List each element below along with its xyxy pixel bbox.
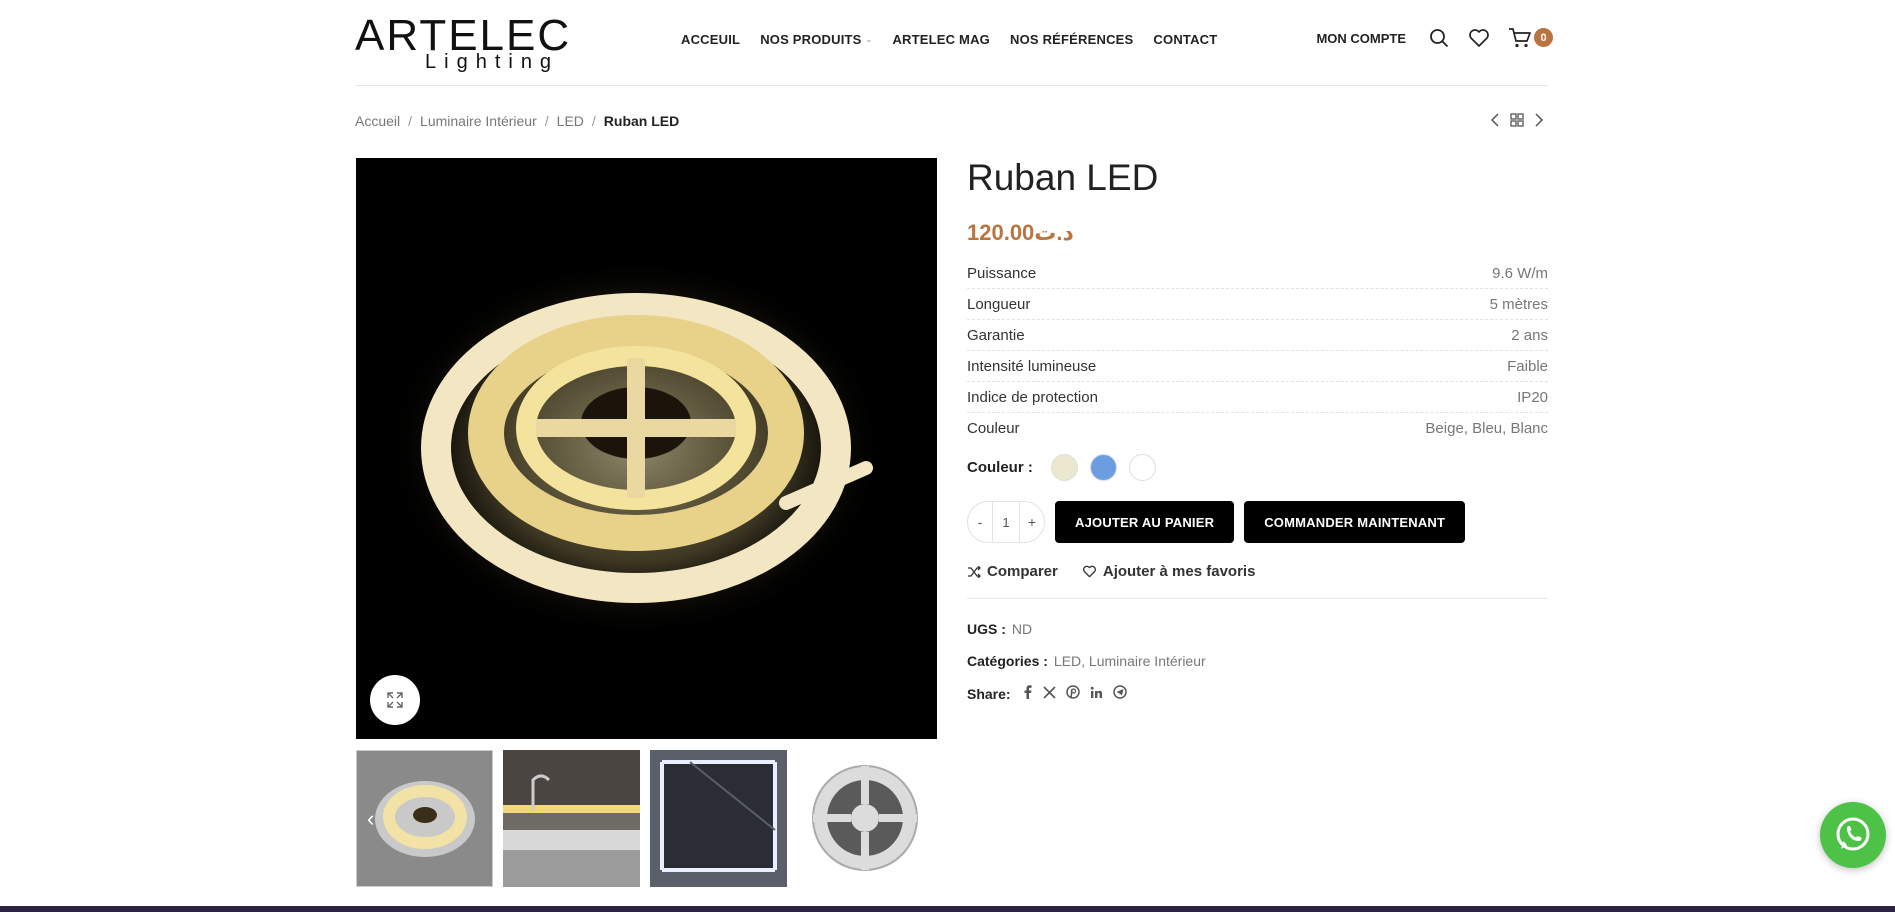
nav-item-label: NOS PRODUITS — [760, 32, 862, 47]
swatch-blanc[interactable] — [1128, 454, 1156, 481]
attribute-key: Longueur — [967, 295, 1031, 313]
order-now-button[interactable]: COMMANDER MAINTENANT — [1244, 501, 1466, 543]
thumbnail[interactable]: ‹ — [356, 750, 493, 887]
cart-icon — [1509, 28, 1531, 48]
qty-plus-button[interactable]: + — [1020, 514, 1044, 530]
quantity-stepper: - + — [967, 501, 1045, 543]
color-swatches: Couleur : — [967, 454, 1548, 481]
expand-icon — [387, 692, 403, 708]
attribute-value: IP20 — [1517, 388, 1548, 406]
attribute-row: Couleur Beige, Bleu, Blanc — [967, 413, 1548, 444]
breadcrumb: Accueil / Luminaire Intérieur / LED / Ru… — [355, 113, 679, 129]
quantity-input[interactable] — [992, 502, 1020, 542]
x-icon[interactable] — [1043, 685, 1056, 702]
product-price: 120.00د.ت — [967, 220, 1074, 245]
share-label: Share: — [967, 685, 1011, 702]
product-navigation — [1490, 113, 1544, 132]
product-thumbnails: ‹ — [356, 750, 934, 887]
account-link[interactable]: MON COMPTE — [1316, 31, 1406, 46]
footer-bar — [0, 906, 1895, 912]
wishlist-button[interactable]: Ajouter à mes favoris — [1082, 563, 1256, 580]
swatch-beige[interactable] — [1050, 454, 1078, 481]
main-nav: ACCEUIL NOS PRODUITS ⌄ ARTELEC MAG NOS R… — [681, 32, 1237, 47]
cart-count-badge: 0 — [1534, 28, 1553, 47]
whatsapp-button[interactable] — [1820, 802, 1886, 868]
thumbnail[interactable] — [503, 750, 640, 887]
chevron-down-icon: ⌄ — [865, 35, 873, 44]
add-to-cart-row: - + AJOUTER AU PANIER COMMANDER MAINTENA… — [967, 501, 1548, 543]
attribute-value: 9.6 W/m — [1492, 264, 1548, 282]
thumbnail[interactable] — [797, 750, 934, 887]
attribute-row: Puissance 9.6 W/m — [967, 258, 1548, 289]
chevron-left-icon[interactable]: ‹ — [367, 806, 374, 832]
categories-value[interactable]: LED, Luminaire Intérieur — [1054, 653, 1206, 669]
nav-item-acceuil[interactable]: ACCEUIL — [681, 32, 740, 47]
breadcrumb-separator: / — [408, 113, 413, 129]
add-to-cart-button[interactable]: AJOUTER AU PANIER — [1055, 501, 1235, 543]
heart-icon — [1082, 565, 1096, 578]
compare-label: Comparer — [987, 563, 1058, 580]
breadcrumb-item[interactable]: Luminaire Intérieur — [420, 113, 537, 129]
nav-item-nos-references[interactable]: NOS RÉFÉRENCES — [1010, 32, 1133, 47]
product-actions: Comparer Ajouter à mes favoris — [967, 563, 1548, 599]
logo[interactable]: ARTELEC Lighting — [355, 14, 569, 73]
attribute-row: Garantie 2 ans — [967, 320, 1548, 351]
grid-icon[interactable] — [1510, 113, 1524, 132]
attribute-row: Longueur 5 mètres — [967, 289, 1548, 320]
attribute-row: Intensité lumineuse Faible — [967, 351, 1548, 382]
heart-icon[interactable] — [1468, 27, 1490, 49]
thumbnail[interactable] — [650, 750, 787, 887]
cart-button[interactable]: 0 — [1508, 26, 1553, 50]
breadcrumb-item[interactable]: LED — [557, 113, 584, 129]
zoom-button[interactable] — [370, 675, 420, 725]
nav-item-artelec-mag[interactable]: ARTELEC MAG — [892, 32, 990, 47]
categories-label: Catégories : — [967, 653, 1048, 669]
attribute-row: Indice de protection IP20 — [967, 382, 1548, 413]
attribute-value: 2 ans — [1511, 326, 1548, 344]
site-header: ARTELEC Lighting ACCEUIL NOS PRODUITS ⌄ … — [355, 0, 1553, 86]
whatsapp-icon — [1836, 817, 1870, 851]
attribute-key: Puissance — [967, 264, 1037, 282]
swatch-bleu[interactable] — [1089, 454, 1117, 481]
attribute-value: Faible — [1507, 357, 1548, 375]
logo-sub: Lighting — [425, 51, 560, 73]
qty-minus-button[interactable]: - — [968, 514, 992, 530]
breadcrumb-separator: / — [544, 113, 549, 129]
product-main-image[interactable] — [356, 158, 937, 739]
pinterest-icon[interactable] — [1065, 685, 1080, 702]
nav-item-contact[interactable]: CONTACT — [1153, 32, 1217, 47]
breadcrumb-separator: / — [591, 113, 596, 129]
attribute-key: Indice de protection — [967, 388, 1098, 406]
linkedin-icon[interactable] — [1090, 686, 1103, 702]
search-icon[interactable] — [1428, 27, 1450, 49]
product-summary: Ruban LED 120.00د.ت Puissance 9.6 W/m Lon… — [967, 158, 1548, 718]
wishlist-label: Ajouter à mes favoris — [1102, 563, 1256, 580]
header-actions: MON COMPTE 0 — [1316, 26, 1553, 50]
attributes-table: Puissance 9.6 W/m Longueur 5 mètres Garant… — [967, 258, 1548, 444]
chevron-left-icon[interactable] — [1490, 113, 1500, 132]
sku-row: UGS : ND — [967, 621, 1548, 637]
breadcrumb-current: Ruban LED — [603, 113, 680, 129]
shuffle-icon — [968, 565, 981, 578]
nav-item-nos-produits[interactable]: NOS PRODUITS ⌄ — [760, 32, 872, 47]
attribute-value: Beige, Bleu, Blanc — [1425, 420, 1548, 437]
attribute-key: Couleur — [967, 420, 1020, 437]
sku-value: ND — [1011, 621, 1033, 637]
sku-label: UGS : — [967, 621, 1006, 637]
facebook-icon[interactable] — [1023, 685, 1033, 702]
categories-row: Catégories : LED, Luminaire Intérieur — [967, 653, 1548, 669]
chevron-right-icon[interactable] — [1534, 113, 1544, 132]
swatch-label: Couleur : — [967, 459, 1033, 476]
compare-button[interactable]: Comparer — [967, 563, 1058, 580]
attribute-key: Intensité lumineuse — [967, 357, 1097, 375]
breadcrumb-item[interactable]: Accueil — [355, 113, 400, 129]
attribute-key: Garantie — [967, 326, 1025, 344]
product-title: Ruban LED — [967, 157, 1159, 198]
telegram-icon[interactable] — [1112, 685, 1127, 702]
attribute-value: 5 mètres — [1489, 295, 1548, 313]
product-meta: UGS : ND Catégories : LED, Luminaire Int… — [967, 621, 1548, 702]
share-row: Share: — [967, 685, 1548, 702]
